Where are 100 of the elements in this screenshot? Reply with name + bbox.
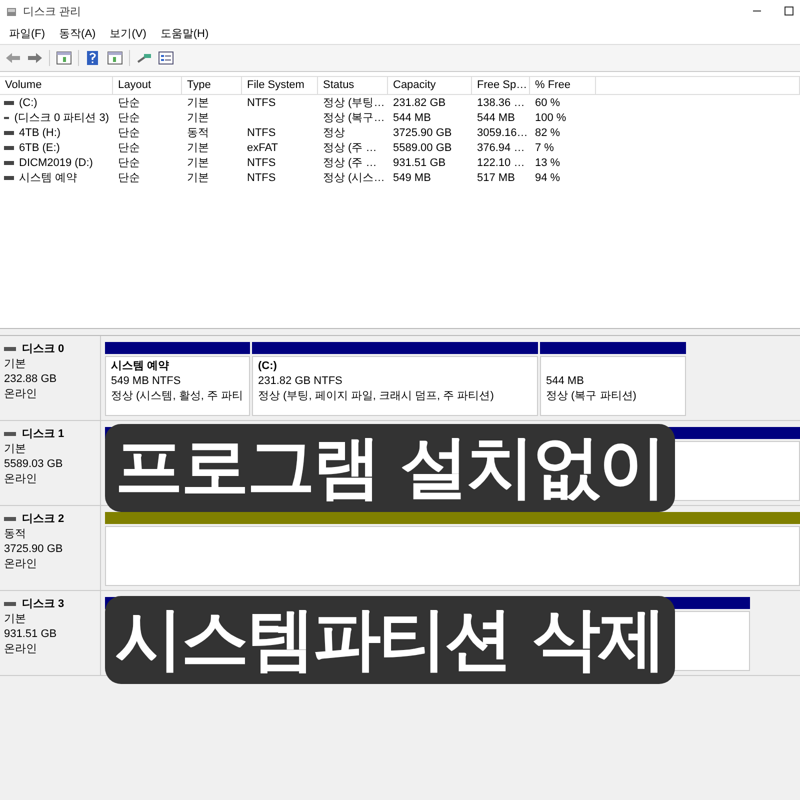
menu-item[interactable]: 도움말(H) [155,24,214,42]
table-cell: 122.10 … [477,156,525,168]
table-cell: 13 % [535,156,560,168]
table-cell: 94 % [535,172,560,184]
maximize-icon[interactable] [784,6,794,16]
partition-status: 정상 (복구 파티션) [546,389,638,404]
table-cell: 7 % [535,142,554,154]
table-cell: 544 MB [393,112,431,124]
table-cell: (C:) [19,96,38,108]
window-title: 디스크 관리 [23,4,82,18]
table-cell: 기본 [187,97,209,109]
table-cell: 4TB (H:) [19,126,61,138]
table-cell-text: (디스크 0 파티션 3) [14,111,109,125]
partition-size: 231.82 GB NTFS [258,374,344,389]
disk-name: 디스크 0 [22,342,64,356]
partition-panel[interactable]: 544 MB 정상 (복구 파티션) [540,356,686,416]
table-cell: DICM2019 (D:) [19,156,93,168]
table-cell: 정상 (복구… [323,112,385,124]
disk-status: 온라인 [4,642,38,656]
table-cell: 단순 [118,157,140,169]
partition-name: 시스템 예약 [111,359,170,374]
partition-status: 정상 (부팅, 페이지 파일, 크래시 덤프, 주 파티션) [258,389,495,404]
column-header[interactable]: Status [318,77,388,94]
volume-icon [4,100,14,104]
table-cell: 정상 [323,127,345,139]
back-arrow-icon[interactable] [5,51,21,65]
partition-size: 544 MB [546,374,585,389]
partition-panel[interactable]: (C:) 231.82 GB NTFS 정상 (부팅, 페이지 파일, 크래시 덤프, 주 파티션) [252,356,538,416]
table-cell: 단순 [118,112,140,124]
table-cell: 단순 [118,142,140,154]
partition-name: (C:) [258,359,278,374]
disk-type: 기본 [4,612,27,626]
column-header[interactable]: % Free [530,77,596,94]
table-cell: NTFS [247,126,276,138]
table-cell: 517 MB [477,172,515,184]
table-cell: 단순 [118,172,140,184]
table-cell: NTFS [247,172,276,184]
table-cell: 정상 (주 … [323,142,377,154]
table-cell: 동적 [187,127,209,139]
disk-status: 온라인 [4,387,38,401]
table-cell: 기본 [187,157,209,169]
disk-name: 디스크 2 [22,512,64,526]
disk-type: 동적 [4,527,27,541]
menu-item[interactable]: 파일(F) [4,24,50,42]
table-cell: 60 % [535,96,560,108]
list-icon[interactable] [158,51,174,65]
volume-icon [4,130,14,134]
table-cell: 단순 [118,127,140,139]
table-cell: NTFS [247,156,276,168]
table-cell: 82 % [535,126,560,138]
disk-size: 232.88 GB [4,372,58,386]
menu-item[interactable]: 동작(A) [54,24,101,42]
volume-icon [4,176,14,180]
column-header[interactable]: Free Sp… [472,77,530,94]
table-cell: 231.82 GB [393,96,446,108]
key-icon[interactable] [136,51,152,65]
table-cell: 100 % [535,112,566,124]
table-cell: 138.36 … [477,96,525,108]
column-header[interactable]: Volume [0,77,113,94]
panel-icon[interactable] [56,51,72,65]
partition-panel[interactable]: 시스템 예약 549 MB NTFS 정상 (시스템, 활성, 주 파티 [105,356,250,416]
disk-size: 3725.90 GB [4,542,64,556]
column-header[interactable]: Type [182,77,242,94]
table-cell: 기본 [187,112,209,124]
disk-status: 온라인 [4,557,38,571]
table-cell: 정상 (주 … [323,157,377,169]
table-cell: exFAT [247,142,278,154]
forward-arrow-icon[interactable] [27,51,43,65]
table-cell: 6TB (E:) [19,142,60,154]
disk-name: 디스크 3 [22,597,64,611]
disk-status: 온라인 [4,472,38,486]
table-cell: 549 MB [393,172,431,184]
disk-size: 5589.03 GB [4,457,64,471]
table-cell: 3059.16… [477,126,528,138]
menu-item[interactable]: 보기(V) [104,24,152,42]
table-cell: NTFS [247,96,276,108]
table-cell: 단순 [118,97,140,109]
panel-icon[interactable] [107,51,123,65]
column-header[interactable]: File System [242,77,318,94]
partition-size: 549 MB NTFS [111,374,182,389]
table-cell-text: 시스템 예약 [19,171,78,185]
volume-icon [4,116,10,120]
table-cell: 5589.00 GB [393,142,452,154]
disk-size: 931.51 GB [4,627,58,641]
volume-icon [4,146,14,150]
app-icon [6,6,17,16]
partition-status: 정상 (시스템, 활성, 주 파티 [111,389,244,404]
table-cell: 기본 [187,142,209,154]
disk-type: 기본 [4,357,27,371]
table-cell: 정상 (부팅… [323,97,385,109]
table-cell: 544 MB [477,112,515,124]
table-cell: 기본 [187,172,209,184]
caption-banner-overlay: 시스템파티션 삭제 [105,596,675,684]
disk-name: 디스크 1 [22,427,64,441]
table-cell: 3725.90 GB [393,126,452,138]
column-header[interactable]: Capacity [388,77,472,94]
volume-icon [4,160,14,164]
table-cell: 931.51 GB [393,156,446,168]
column-header[interactable]: Layout [113,77,182,94]
help-icon[interactable] [85,51,101,65]
